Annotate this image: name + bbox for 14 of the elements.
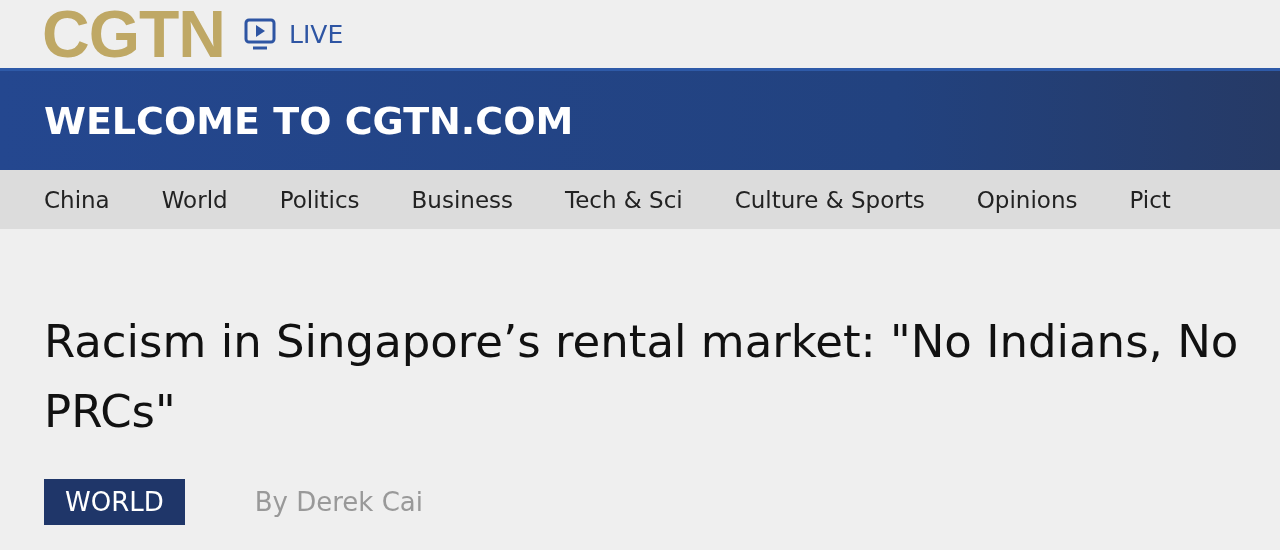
nav-link[interactable]: Tech & Sci [565, 186, 683, 213]
nav-link[interactable]: Business [411, 186, 513, 213]
nav-link[interactable]: Politics [279, 186, 360, 213]
banner-title: WELCOME TO CGTN.COM [44, 98, 574, 143]
nav-link[interactable]: Culture & Sports [734, 186, 925, 213]
byline: By Derek Cai [254, 487, 423, 517]
nav-link[interactable]: World [161, 186, 228, 213]
play-screen-icon [243, 17, 277, 51]
nav-link[interactable]: Pict [1129, 186, 1171, 213]
nav-link[interactable]: Opinions [976, 186, 1078, 213]
live-link[interactable]: LIVE [243, 17, 344, 51]
nav-link[interactable]: China [44, 186, 110, 213]
category-tag[interactable]: WORLD [44, 479, 185, 525]
headline: Racism in Singapore’s rental market: "No Indians, No PRCs" [44, 314, 1240, 440]
